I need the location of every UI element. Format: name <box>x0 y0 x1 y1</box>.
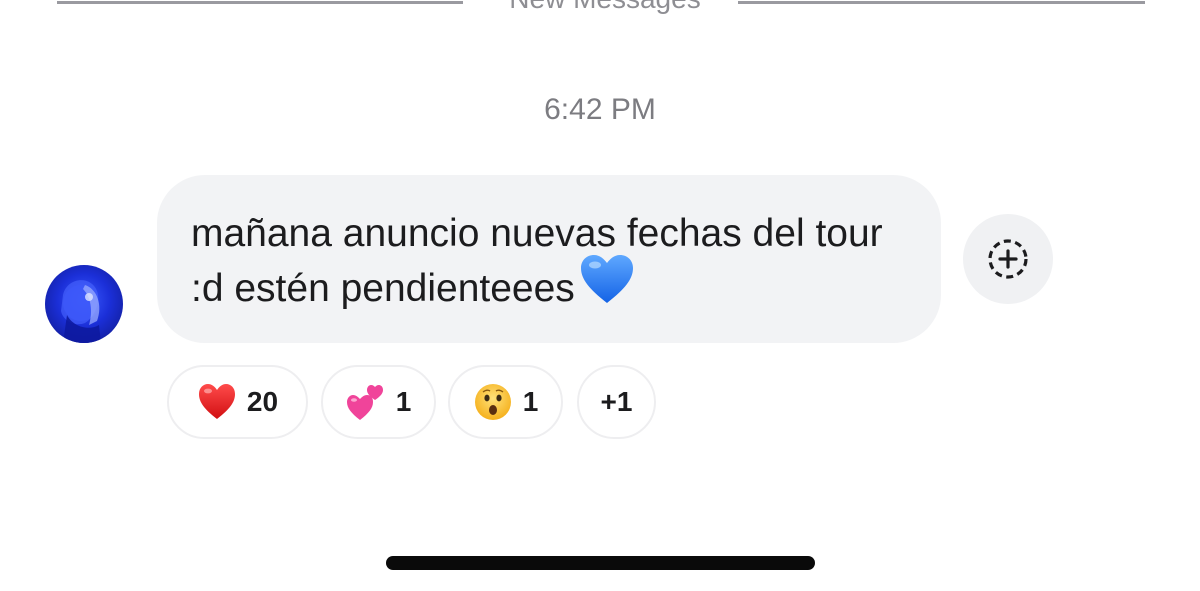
two-hearts-icon <box>346 382 386 422</box>
divider-line-right <box>738 1 1145 4</box>
add-reaction-icon <box>988 239 1028 279</box>
reaction-count: 1 <box>395 386 412 417</box>
sender-avatar[interactable] <box>45 265 123 343</box>
add-reaction-button[interactable] <box>963 214 1053 304</box>
home-indicator[interactable] <box>386 556 815 570</box>
message-timestamp: 6:42 PM <box>544 93 656 126</box>
reaction-count: 1 <box>522 386 539 417</box>
new-messages-divider-label: New Messages <box>480 0 730 14</box>
reaction-more-count: +1 <box>600 386 633 417</box>
blue-heart-icon <box>579 253 635 320</box>
reaction-surprised-face[interactable]: 1 <box>448 365 563 439</box>
message-text-container: mañana anuncio nuevas fechas del tour :d… <box>191 207 921 320</box>
message-text: mañana anuncio nuevas fechas del tour :d… <box>191 212 883 310</box>
reaction-count: 20 <box>246 386 279 417</box>
reaction-two-hearts[interactable]: 1 <box>321 365 436 439</box>
avatar-image <box>61 280 101 343</box>
divider-line-left <box>57 1 463 4</box>
red-heart-icon <box>197 382 237 422</box>
reaction-more[interactable]: +1 <box>577 365 656 439</box>
reaction-red-heart[interactable]: 20 <box>167 365 308 439</box>
surprised-face-icon <box>473 382 513 422</box>
message-bubble[interactable]: mañana anuncio nuevas fechas del tour :d… <box>157 175 941 343</box>
